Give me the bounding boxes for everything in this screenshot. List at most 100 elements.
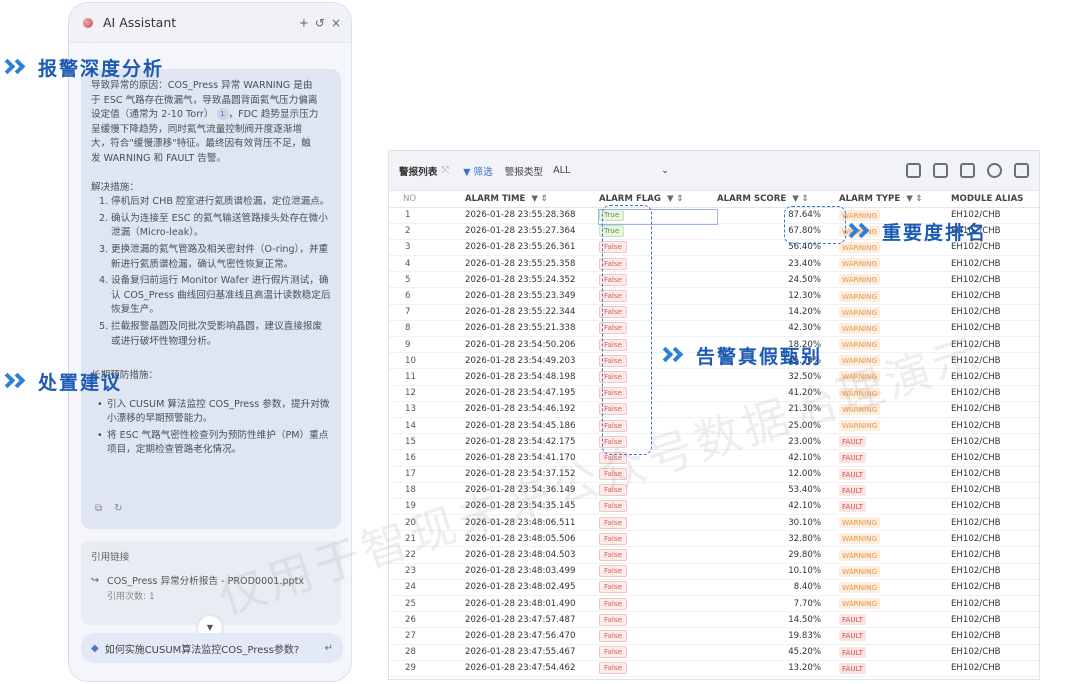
table-row[interactable]: 19 2026-01-28 23:54:35.145 False 42.10% FAUL… (389, 498, 1039, 516)
cell-alarm-time: 2026-01-28 23:54:35.145 (461, 498, 595, 516)
alarm-type-badge: WARNING (839, 581, 881, 593)
table-row[interactable]: 8 2026-01-28 23:55:21.338 False 42.30% WARNI… (389, 320, 1039, 338)
cell-alarm-score: 32.80% (713, 530, 835, 548)
alarm-type-badge: FAULT (839, 468, 867, 480)
cause-line: 设定值（通常为 2-10 Torr） 1 ，FDC 趋势显示压力 (91, 108, 319, 121)
callout-importance-rank: 重要度排名 (843, 218, 987, 245)
cell-alarm-flag: True (595, 223, 713, 240)
col-header-alarm-score[interactable]: ALARM SCORE ▼ ⇕ (713, 191, 835, 208)
help-tool-icon[interactable] (987, 163, 1002, 178)
table-row[interactable]: 22 2026-01-28 23:48:04.503 False 29.80% WARN… (389, 546, 1039, 564)
cell-alarm-time: 2026-01-28 23:48:04.503 (461, 546, 595, 564)
edit-tool-icon[interactable] (933, 163, 948, 178)
copy-icon[interactable]: ⧉ (95, 502, 102, 517)
expand-icon[interactable]: ⤧ (441, 165, 449, 176)
col-header-alarm-time[interactable]: ALARM TIME ▼ ⇕ (461, 191, 595, 208)
ai-assistant-panel: AI Assistant + ↺ × 导致异常的原因：COS_Press 异常 … (68, 2, 352, 682)
alarm-flag-badge: False (599, 257, 628, 270)
cell-alarm-flag: False (595, 644, 713, 661)
cell-alarm-flag: False (595, 660, 713, 677)
cell-module-alias: EH102/CHB (947, 644, 1039, 661)
table-row[interactable]: 15 2026-01-28 23:54:42.175 False 23.00% FAUL… (389, 433, 1039, 451)
cell-alarm-time: 2026-01-28 23:55:23.349 (461, 287, 595, 305)
col-header-alarm-flag[interactable]: ALARM FLAG ▼ ⇕ (595, 191, 713, 208)
history-icon[interactable]: ↺ (315, 16, 325, 30)
filter-sort-icon: ▼ ⇕ (531, 193, 548, 204)
filter-button[interactable]: ▼ 筛选 (463, 164, 493, 178)
cell-alarm-flag: False (595, 304, 713, 321)
cell-no: 10 (389, 352, 461, 370)
table-row[interactable]: 14 2026-01-28 23:54:45.186 False 25.00% WARN… (389, 417, 1039, 435)
cell-module-alias: EH102/CHB (947, 563, 1039, 580)
type-label: 警报类型 (504, 166, 544, 178)
alarm-flag-badge: False (599, 306, 628, 319)
cell-alarm-time: 2026-01-28 23:55:21.338 (461, 320, 595, 338)
col-header-alarm-type[interactable]: ALARM TYPE ▼ ⇕ (835, 191, 947, 208)
table-row[interactable]: 25 2026-01-28 23:48:01.490 False 7.70% WARNI… (389, 595, 1039, 613)
cell-module-alias: EH102/CHB (947, 546, 1039, 564)
col-header-module-alias[interactable]: MODULE ALIAS (947, 191, 1039, 208)
type-select[interactable]: ALL ⌄ (553, 165, 669, 176)
table-row[interactable]: 20 2026-01-28 23:48:06.511 False 30.10% WARN… (389, 514, 1039, 532)
cell-module-alias: EH102/CHB (947, 368, 1039, 386)
cell-alarm-score: 42.10% (713, 498, 835, 516)
table-row[interactable]: 17 2026-01-28 23:54:37.152 False 12.00% FAUL… (389, 466, 1039, 483)
alarm-type-badge: FAULT (839, 662, 867, 674)
alarm-type-badge: FAULT (839, 452, 867, 464)
cell-no: 13 (389, 401, 461, 418)
table-row[interactable]: 5 2026-01-28 23:55:24.352 False 24.50% WARNI… (389, 271, 1039, 289)
table-row[interactable]: 28 2026-01-28 23:47:55.467 False 45.20% FAUL… (389, 644, 1039, 661)
table-row[interactable]: 11 2026-01-28 23:54:48.198 False 32.50% WARN… (389, 368, 1039, 386)
plus-icon[interactable]: + (299, 16, 309, 30)
cell-alarm-flag: False (595, 482, 713, 499)
cell-alarm-score: 8.40% (713, 579, 835, 597)
cell-no: 25 (389, 595, 461, 613)
alarm-type-badge: WARNING (839, 403, 881, 415)
close-icon[interactable]: × (331, 16, 341, 30)
table-toolbar: 警报列表 ⤧ ▼ 筛选 警报类型 ALL ⌄ (389, 151, 1039, 191)
citation-badge[interactable]: 1 (216, 108, 229, 121)
filter-sort-icon: ▼ ⇕ (792, 193, 809, 204)
link-icon: ↪ (91, 575, 100, 586)
cell-alarm-type: FAULT (835, 627, 947, 645)
alarm-flag-badge: False (599, 322, 628, 335)
cell-alarm-score: 42.30% (713, 320, 835, 338)
reference-item[interactable]: ↪ COS_Press 异常分析报告 - PROD0001.pptx 引用次数:… (91, 573, 331, 602)
cause-line: 呈缓慢下降趋势，同时氦气流量控制阀开度逐渐增 (91, 123, 303, 135)
reference-heading: 引用链接 (91, 552, 130, 563)
table-row[interactable]: 26 2026-01-28 23:47:57.487 False 14.50% FAUL… (389, 611, 1039, 629)
cell-no: 1 (389, 207, 461, 224)
regenerate-icon[interactable]: ↻ (114, 502, 122, 517)
table-row[interactable]: 16 2026-01-28 23:54:41.170 False 42.10% FAUL… (389, 449, 1039, 467)
alarm-flag-badge: True (599, 209, 625, 222)
table-row[interactable]: 21 2026-01-28 23:48:05.506 False 32.80% WARN… (389, 530, 1039, 548)
cell-alarm-type: FAULT (835, 611, 947, 629)
table-row[interactable]: 12 2026-01-28 23:54:47.195 False 41.20% WARN… (389, 385, 1039, 402)
settings-tool-icon[interactable] (1014, 163, 1029, 178)
cell-alarm-score: 25.00% (713, 417, 835, 435)
table-row[interactable]: 4 2026-01-28 23:55:25.358 False 23.40% WARNI… (389, 255, 1039, 273)
alarm-type-badge: WARNING (839, 258, 881, 270)
table-row[interactable]: 23 2026-01-28 23:48:03.499 False 10.10% WARN… (389, 563, 1039, 580)
table-row[interactable]: 24 2026-01-28 23:48:02.495 False 8.40% WARNI… (389, 579, 1039, 597)
toolbar-tools (906, 163, 1029, 178)
cell-alarm-time: 2026-01-28 23:54:37.152 (461, 466, 595, 483)
full-view-tool-icon[interactable] (960, 163, 975, 178)
send-icon[interactable]: ↵ (325, 643, 333, 654)
table-title: 警报列表 (399, 166, 438, 178)
table-row[interactable]: 29 2026-01-28 23:47:54.462 False 13.20% FAUL… (389, 660, 1039, 677)
alarm-type-badge: WARNING (839, 565, 881, 577)
cell-alarm-score: 56.40% (713, 239, 835, 257)
cell-alarm-type: WARNING (835, 271, 947, 289)
table-row[interactable]: 7 2026-01-28 23:55:22.344 False 14.20% WARNI… (389, 304, 1039, 321)
alarm-table-body: 1 2026-01-28 23:55:28.368 True 87.64% WARNIN… (389, 207, 1039, 677)
table-row[interactable]: 27 2026-01-28 23:47:56.470 False 19.83% FAUL… (389, 627, 1039, 645)
prevention-item: • 引入 CUSUM 算法监控 COS_Press 参数，提升对微小漂移的早期预警… (97, 398, 330, 425)
cell-module-alias: EH102/CHB (947, 627, 1039, 645)
table-row[interactable]: 18 2026-01-28 23:54:36.149 False 53.40% FAUL… (389, 482, 1039, 499)
chevron-right-icon (843, 222, 876, 242)
table-row[interactable]: 13 2026-01-28 23:54:46.192 False 21.30% WARN… (389, 401, 1039, 418)
table-row[interactable]: 6 2026-01-28 23:55:23.349 False 12.30% WARNI… (389, 287, 1039, 305)
suggested-question[interactable]: ◆ 如何实施CUSUM算法监控COS_Press参数? ↵ (81, 633, 343, 663)
ai-sparkle-tool-icon[interactable] (906, 163, 921, 178)
